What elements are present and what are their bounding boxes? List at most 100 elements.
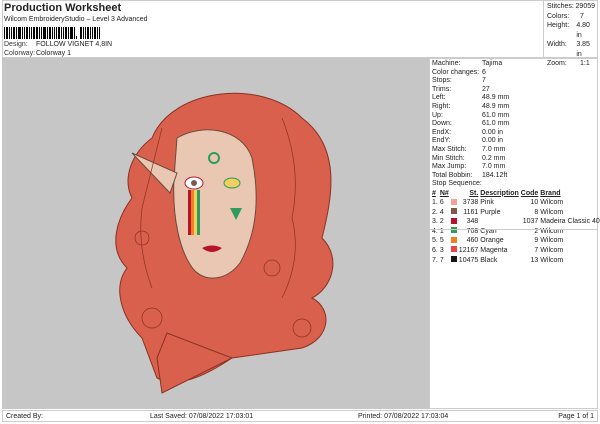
barcode-bar: [99, 27, 100, 39]
info-label: Total Bobbin:: [432, 171, 473, 179]
table-row: 1. 6 3738 Pink 10 Wilcom: [432, 198, 600, 209]
info-row: Max Jump: 7.0 mm: [432, 163, 595, 172]
color-swatch: [450, 217, 459, 228]
color-code: 9: [534, 237, 539, 245]
row-index: 1.: [432, 199, 438, 206]
info-value: 7.0 mm: [482, 163, 506, 171]
design-label: Design:: [4, 41, 28, 48]
page-number: Page 1 of 1: [558, 413, 594, 420]
info-label: Min Stitch:: [432, 154, 465, 162]
barcode: [4, 26, 154, 39]
color-code: 10: [530, 199, 539, 206]
barcode-bar: [39, 27, 40, 39]
info-value: 48.9 mm: [482, 102, 510, 110]
barcode-bar: [9, 27, 10, 39]
barcode-bar: [26, 27, 28, 39]
stat-row: Stitches: 29059: [547, 2, 595, 12]
barcode-bar: [85, 27, 86, 39]
stat-label: Height:: [547, 22, 570, 29]
info-row: EndY: 0.00 in: [432, 137, 595, 146]
barcode-bar: [33, 27, 35, 39]
barcode-bar: [31, 27, 32, 39]
needle-number: 2: [439, 218, 444, 226]
thread-brand: Wilcom: [540, 246, 564, 254]
info-row: Max Stitch: 7.0 mm: [432, 146, 595, 155]
color-description: [480, 218, 521, 228]
needle-number: 4: [439, 208, 444, 216]
table-row: 7. 7 10475 Black 13 Wilcom: [432, 256, 600, 266]
color-code: 1037: [522, 218, 539, 226]
barcode-bar: [54, 27, 55, 39]
info-value: 61.0 mm: [482, 120, 510, 128]
design-preview: [2, 58, 429, 409]
stitch-count: 1161: [463, 208, 479, 216]
stat-value: 7: [580, 12, 584, 20]
thread-brand: Wilcom: [540, 208, 564, 216]
page-title: Production Worksheet: [4, 2, 122, 14]
table-row: 6. 3 12167 Magenta 7 Wilcom: [432, 246, 600, 256]
barcode-bar: [36, 27, 38, 39]
needle-number: 3: [439, 246, 444, 254]
info-value: 7: [482, 77, 486, 85]
barcode-bar: [68, 27, 69, 39]
info-row: Min Stitch: 0.2 mm: [432, 155, 595, 164]
stitch-count: 348: [466, 218, 479, 226]
info-value: 0.2 mm: [482, 154, 506, 162]
stat-label: Width:: [547, 41, 567, 48]
info-label: Max Jump:: [432, 163, 467, 171]
barcode-bar: [80, 27, 82, 39]
color-code: 13: [530, 256, 539, 264]
row-index: 2.: [432, 208, 438, 216]
color-swatch: [450, 256, 459, 266]
info-label: Trims:: [432, 85, 452, 93]
col-code: Code: [520, 189, 539, 197]
thread-brand: Madeira Classic 40: [540, 218, 600, 226]
info-value: 6: [482, 68, 486, 76]
info-label: Up:: [432, 111, 443, 119]
row-index: 5.: [432, 237, 438, 245]
info-row: Down: 61.0 mm: [432, 120, 595, 129]
colorway-row: Colorway:Colorway 1: [4, 50, 71, 57]
row-index: 3.: [432, 218, 438, 226]
color-code: 8: [534, 208, 539, 216]
barcode-bar: [13, 27, 15, 39]
thread-brand: Wilcom: [540, 256, 564, 264]
stat-label: Stitches:: [547, 3, 574, 10]
thread-brand: Wilcom: [540, 199, 564, 206]
stat-value: 29059: [575, 3, 595, 10]
barcode-bar: [16, 27, 17, 39]
barcode-bar: [63, 27, 64, 39]
machine-info-panel: Machine: Tajima Color changes: 6 Stops: 7 Trim…: [429, 58, 600, 409]
colorway-label: Colorway:: [4, 50, 36, 57]
info-label: Color changes:: [432, 68, 480, 76]
info-label: Down:: [432, 120, 452, 128]
stop-sequence-table: # N# St. Description Code Brand 1. 6 3738 P…: [432, 190, 600, 266]
barcode-bar: [83, 27, 84, 39]
stitch-count: 3738: [462, 199, 479, 206]
barcode-bar: [49, 27, 51, 39]
barcode-bar: [41, 27, 42, 39]
info-label: Machine:: [432, 60, 461, 67]
barcode-bar: [6, 27, 8, 39]
stop-sequence-title: Stop Sequence:: [432, 180, 482, 188]
created-by: Created By:: [6, 413, 43, 420]
stat-value: 4.80 in: [576, 22, 590, 39]
stitch-count: 12167: [458, 246, 479, 254]
info-row: Total Bobbin: 184.12ft: [432, 172, 595, 181]
color-description: Orange: [480, 237, 504, 245]
table-row: 3. 2 348 1037 Madeira Classic 40: [432, 217, 600, 228]
divider: [429, 229, 598, 230]
info-row: Stops: 7: [432, 77, 595, 86]
col-index: #: [432, 189, 436, 197]
needle-number: 7: [439, 256, 444, 264]
barcode-bar: [92, 27, 93, 39]
barcode-bar: [22, 27, 23, 39]
info-value: 7.0 mm: [482, 145, 506, 153]
thread-brand: Wilcom: [540, 237, 564, 245]
barcode-bar: [11, 27, 12, 39]
color-swatch: [450, 208, 459, 218]
col-description: Description: [480, 189, 519, 197]
stat-row: Height: 4.80 in: [547, 21, 595, 40]
info-row: Machine: Tajima: [432, 60, 595, 69]
info-value: 48.9 mm: [482, 94, 510, 102]
